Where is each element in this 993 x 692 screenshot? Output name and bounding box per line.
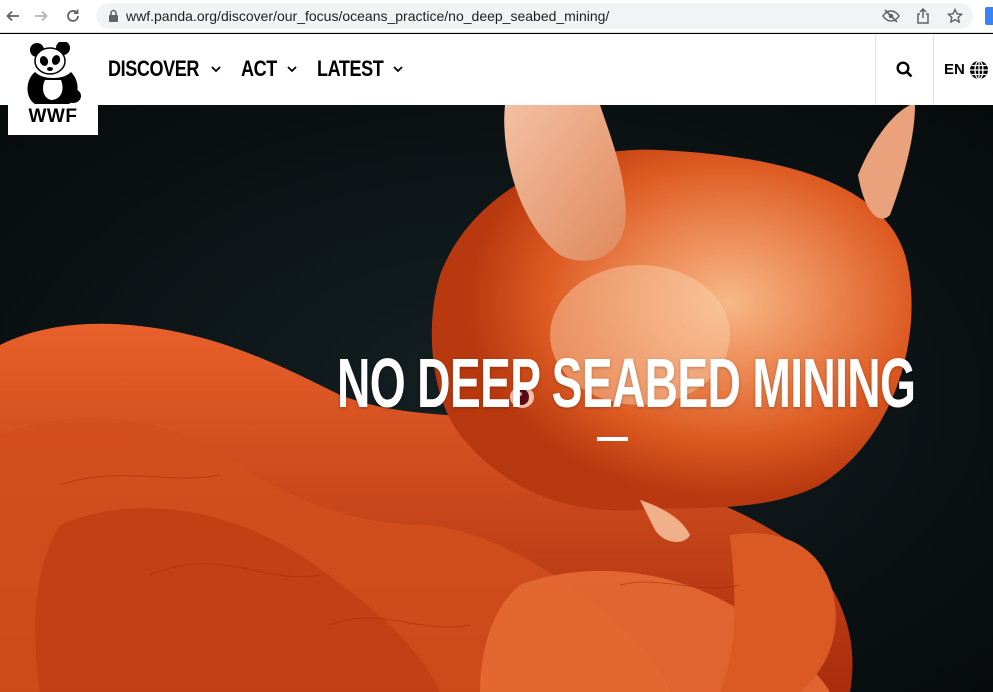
menu-label: LATEST bbox=[316, 56, 384, 81]
forward-arrow-icon[interactable] bbox=[31, 6, 51, 26]
lock-icon[interactable] bbox=[108, 9, 119, 28]
language-label: EN bbox=[944, 61, 965, 78]
language-selector[interactable]: EN bbox=[934, 34, 993, 105]
search-icon bbox=[896, 61, 913, 78]
menu-item-latest[interactable]: LATEST bbox=[317, 56, 403, 82]
main-menu: DISCOVER ACT LATEST bbox=[108, 56, 403, 82]
extension-icon[interactable] bbox=[985, 7, 993, 25]
share-icon[interactable] bbox=[914, 7, 932, 25]
browser-toolbar: wwf.panda.org/discover/our_focus/oceans_… bbox=[0, 0, 993, 33]
star-icon[interactable] bbox=[946, 7, 964, 25]
chevron-down-icon bbox=[392, 65, 403, 72]
back-arrow-icon[interactable] bbox=[3, 6, 23, 26]
chevron-down-icon bbox=[287, 65, 297, 72]
globe-icon bbox=[969, 59, 988, 80]
eye-slash-icon[interactable] bbox=[882, 7, 900, 25]
hero-banner: NO DEEP SEABED MINING bbox=[0, 105, 993, 692]
url-text[interactable]: wwf.panda.org/discover/our_focus/oceans_… bbox=[126, 8, 609, 24]
menu-label: ACT bbox=[240, 56, 277, 81]
wwf-logo[interactable]: WWF bbox=[8, 34, 98, 135]
reload-icon[interactable] bbox=[63, 6, 83, 26]
menu-item-act[interactable]: ACT bbox=[241, 56, 297, 82]
panda-icon bbox=[27, 42, 81, 104]
search-button[interactable] bbox=[876, 34, 933, 105]
menu-item-discover[interactable]: DISCOVER bbox=[108, 56, 221, 82]
menu-label: DISCOVER bbox=[108, 56, 199, 81]
title-underline bbox=[597, 437, 628, 441]
address-bar[interactable]: wwf.panda.org/discover/our_focus/oceans_… bbox=[96, 3, 973, 29]
hero-title: NO DEEP SEABED MINING bbox=[337, 344, 916, 422]
chevron-down-icon bbox=[211, 65, 221, 72]
logo-text: WWF bbox=[28, 106, 78, 127]
